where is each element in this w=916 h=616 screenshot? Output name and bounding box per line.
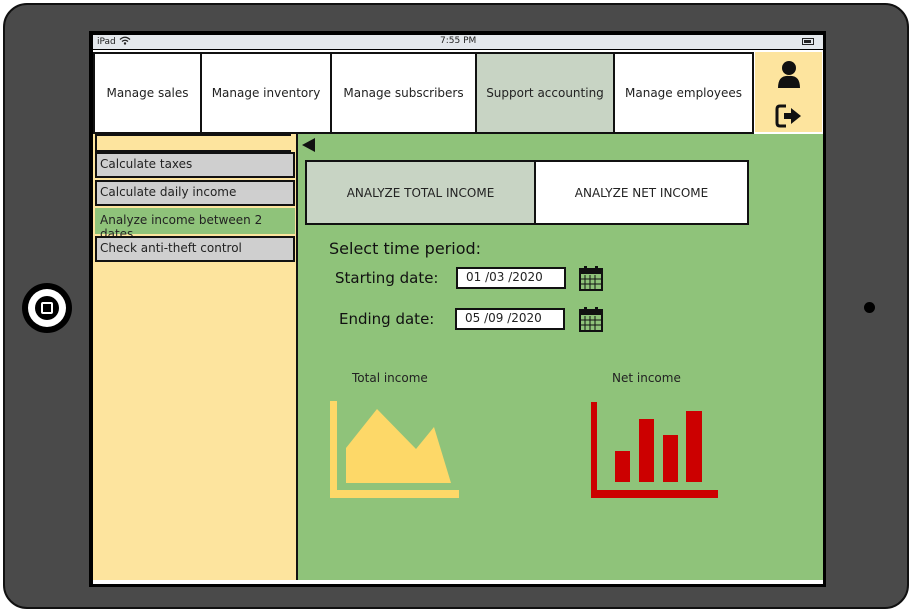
tab-manage-inventory[interactable]: Manage inventory xyxy=(200,52,332,134)
status-bar: iPad 7:55 PM xyxy=(93,35,823,49)
start-date-input[interactable]: 01 /03 /2020 xyxy=(456,267,566,289)
tab-manage-sales[interactable]: Manage sales xyxy=(93,52,202,134)
user-panel xyxy=(755,52,822,132)
status-time: 7:55 PM xyxy=(440,36,477,46)
wifi-icon xyxy=(119,36,131,45)
tab-analyze-total-income[interactable]: ANALYZE TOTAL INCOME xyxy=(305,160,536,225)
bottom-strip xyxy=(93,580,823,584)
main-panel: ANALYZE TOTAL INCOME ANALYZE NET INCOME … xyxy=(296,134,823,580)
total-income-title: Total income xyxy=(352,371,428,385)
logout-icon[interactable] xyxy=(775,104,803,128)
camera-dot xyxy=(864,302,875,313)
tab-manage-employees[interactable]: Manage employees xyxy=(613,52,754,134)
end-calendar-icon[interactable] xyxy=(579,306,603,332)
period-title: Select time period: xyxy=(329,239,482,258)
sidebar-item-calculate-daily-income[interactable]: Calculate daily income xyxy=(95,180,295,206)
sidebar: Calculate taxes Calculate daily income A… xyxy=(93,134,297,580)
status-carrier: iPad xyxy=(97,36,131,47)
tab-manage-subscribers[interactable]: Manage subscribers xyxy=(330,52,477,134)
tab-support-accounting[interactable]: Support accounting xyxy=(475,52,615,134)
net-income-title: Net income xyxy=(612,371,681,385)
sidebar-item-calculate-taxes[interactable]: Calculate taxes xyxy=(95,152,295,178)
start-date-label: Starting date: xyxy=(335,269,439,287)
start-calendar-icon[interactable] xyxy=(579,265,603,291)
tab-analyze-net-income[interactable]: ANALYZE NET INCOME xyxy=(534,160,749,225)
end-date-label: Ending date: xyxy=(339,310,435,328)
user-icon[interactable] xyxy=(777,60,801,88)
sidebar-header xyxy=(95,134,291,152)
total-income-chart-icon xyxy=(330,401,459,498)
top-nav: Manage sales Manage inventory Manage sub… xyxy=(93,52,754,134)
net-income-chart-icon xyxy=(591,402,718,498)
battery-icon xyxy=(802,38,814,45)
back-arrow-icon[interactable] xyxy=(302,138,315,152)
sidebar-item-analyze-income[interactable]: Analyze income between 2 dates xyxy=(95,208,295,241)
end-date-input[interactable]: 05 /09 /2020 xyxy=(455,308,565,330)
sidebar-item-anti-theft[interactable]: Check anti-theft control xyxy=(95,236,295,262)
home-button[interactable] xyxy=(22,283,72,333)
